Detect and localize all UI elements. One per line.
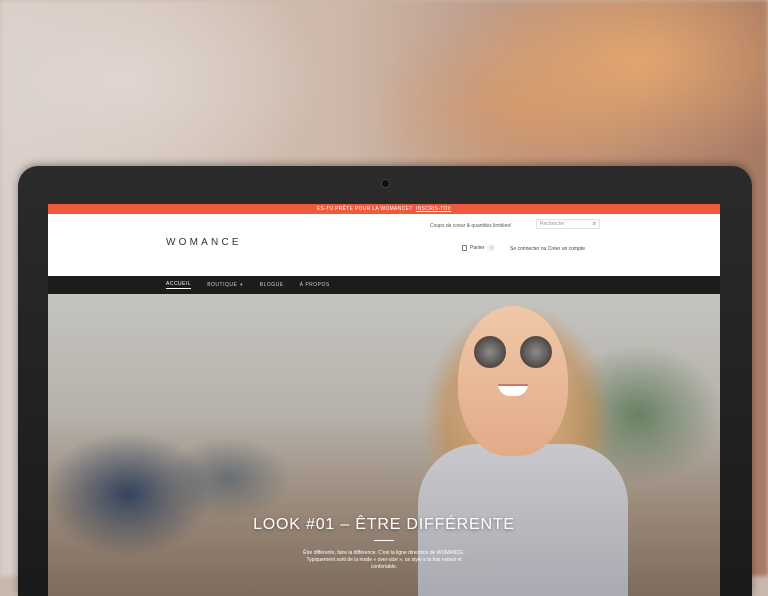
smile-shape: [498, 384, 528, 396]
sunglasses-right-icon: [520, 336, 552, 368]
hero-divider: [374, 540, 394, 541]
search-input[interactable]: Recherche ⌕: [536, 219, 600, 229]
site-header: WOMANCE Coups de coeur & quantités limit…: [48, 214, 720, 276]
main-nav: ACCUEIL BOUTIQUE ▼ BLOGUE À PROPOS: [48, 276, 720, 294]
cart-icon: [462, 245, 467, 251]
nav-item-blogue[interactable]: BLOGUE: [260, 282, 284, 288]
hero-banner: LOOK #01 – ÊTRE DIFFÉRENTE Être différen…: [48, 294, 720, 596]
hero-title: LOOK #01 – ÊTRE DIFFÉRENTE: [253, 516, 515, 533]
nav-label: À PROPOS: [299, 282, 330, 288]
cart-label: Panier: [470, 245, 485, 251]
nav-item-a-propos[interactable]: À PROPOS: [300, 282, 330, 288]
hero-description: Être différente, faire la différence. C'…: [303, 550, 465, 570]
nav-label: ACCUEIL: [166, 281, 192, 287]
promo-text: ES-TU PRÊTE POUR LA WOMANCE?: [316, 206, 413, 212]
nav-label: BOUTIQUE: [207, 282, 238, 288]
webcam-icon: [381, 179, 390, 188]
hero-photo-model: [458, 306, 568, 456]
nav-item-accueil[interactable]: ACCUEIL: [166, 281, 192, 289]
nav-item-boutique[interactable]: BOUTIQUE ▼: [207, 282, 244, 288]
cart-count-badge: 0: [487, 244, 496, 252]
cart-button[interactable]: Panier 0: [462, 244, 496, 252]
promo-bar: ES-TU PRÊTE POUR LA WOMANCE? INSCRIS-TOI…: [48, 204, 720, 214]
tagline: Coups de coeur & quantités limitées!: [430, 223, 512, 229]
caret-down-icon: ▼: [239, 282, 244, 287]
promo-signup-link[interactable]: INSCRIS-TOI!: [416, 206, 451, 212]
sunglasses-left-icon: [474, 336, 506, 368]
website-screen: ES-TU PRÊTE POUR LA WOMANCE? INSCRIS-TOI…: [48, 204, 720, 596]
site-logo[interactable]: WOMANCE: [166, 237, 242, 248]
search-placeholder: Recherche: [540, 221, 565, 227]
nav-label: BLOGUE: [259, 282, 284, 288]
laptop-frame: ES-TU PRÊTE POUR LA WOMANCE? INSCRIS-TOI…: [18, 166, 752, 596]
account-link[interactable]: Se connecter ou Créer un compte: [510, 246, 585, 252]
search-icon[interactable]: ⌕: [593, 220, 596, 228]
